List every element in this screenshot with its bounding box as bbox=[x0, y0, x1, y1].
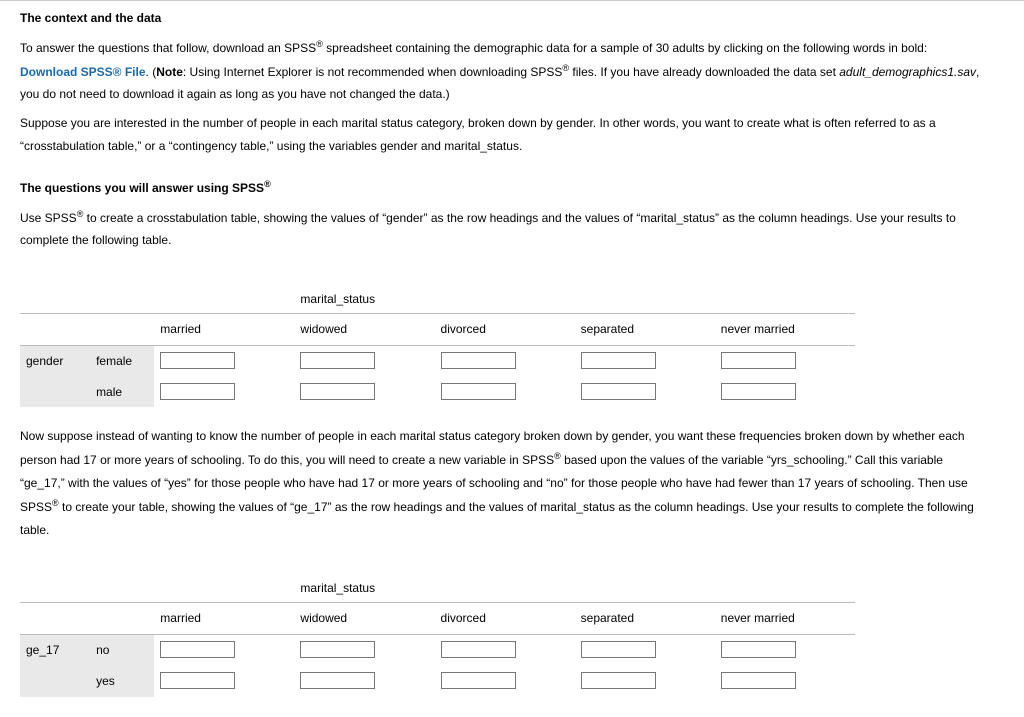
table1-superheader: marital_status bbox=[294, 282, 434, 313]
table2-col-never: never married bbox=[715, 603, 855, 635]
paragraph-intro: To answer the questions that follow, dow… bbox=[20, 36, 980, 106]
input-t2-no-married[interactable] bbox=[160, 641, 235, 658]
input-t1-female-widowed[interactable] bbox=[300, 352, 375, 369]
input-t2-no-divorced[interactable] bbox=[441, 641, 516, 658]
table2-superheader: marital_status bbox=[294, 571, 434, 602]
input-t1-female-married[interactable] bbox=[160, 352, 235, 369]
input-t2-yes-widowed[interactable] bbox=[300, 672, 375, 689]
input-t1-male-separated[interactable] bbox=[581, 383, 656, 400]
input-t1-male-widowed[interactable] bbox=[300, 383, 375, 400]
table1-col-divorced: divorced bbox=[435, 313, 575, 345]
input-t1-male-married[interactable] bbox=[160, 383, 235, 400]
input-t2-yes-never[interactable] bbox=[721, 672, 796, 689]
input-t2-yes-separated[interactable] bbox=[581, 672, 656, 689]
section-heading-context: The context and the data bbox=[20, 7, 980, 30]
table2-col-separated: separated bbox=[575, 603, 715, 635]
paragraph-instruct-1: Use SPSS® to create a crosstabulation ta… bbox=[20, 206, 980, 253]
paragraph-instruct-2: Now suppose instead of wanting to know t… bbox=[20, 425, 980, 541]
section-heading-questions: The questions you will answer using SPSS… bbox=[20, 176, 980, 200]
table1-col-separated: separated bbox=[575, 313, 715, 345]
table1-col-widowed: widowed bbox=[294, 313, 434, 345]
input-t1-male-divorced[interactable] bbox=[441, 383, 516, 400]
table2-col-divorced: divorced bbox=[435, 603, 575, 635]
input-t2-no-widowed[interactable] bbox=[300, 641, 375, 658]
table1-col-never: never married bbox=[715, 313, 855, 345]
table1-row-male: male bbox=[90, 377, 154, 408]
crosstab-table-ge17: marital_status married widowed divorced … bbox=[20, 571, 855, 696]
input-t2-yes-married[interactable] bbox=[160, 672, 235, 689]
table2-row-no: no bbox=[90, 634, 154, 665]
input-t2-no-separated[interactable] bbox=[581, 641, 656, 658]
table1-rowvar: gender bbox=[20, 345, 90, 376]
table2-row-yes: yes bbox=[90, 666, 154, 697]
input-t2-yes-divorced[interactable] bbox=[441, 672, 516, 689]
crosstab-table-gender: marital_status married widowed divorced … bbox=[20, 282, 855, 407]
table1-row-female: female bbox=[90, 345, 154, 376]
input-t1-male-never[interactable] bbox=[721, 383, 796, 400]
table2-col-married: married bbox=[154, 603, 294, 635]
table2-col-widowed: widowed bbox=[294, 603, 434, 635]
table1-col-married: married bbox=[154, 313, 294, 345]
input-t1-female-separated[interactable] bbox=[581, 352, 656, 369]
input-t2-no-never[interactable] bbox=[721, 641, 796, 658]
input-t1-female-divorced[interactable] bbox=[441, 352, 516, 369]
input-t1-female-never[interactable] bbox=[721, 352, 796, 369]
table2-rowvar: ge_17 bbox=[20, 634, 90, 665]
paragraph-suppose: Suppose you are interested in the number… bbox=[20, 112, 980, 158]
download-link[interactable]: Download SPSS® File bbox=[20, 65, 146, 79]
